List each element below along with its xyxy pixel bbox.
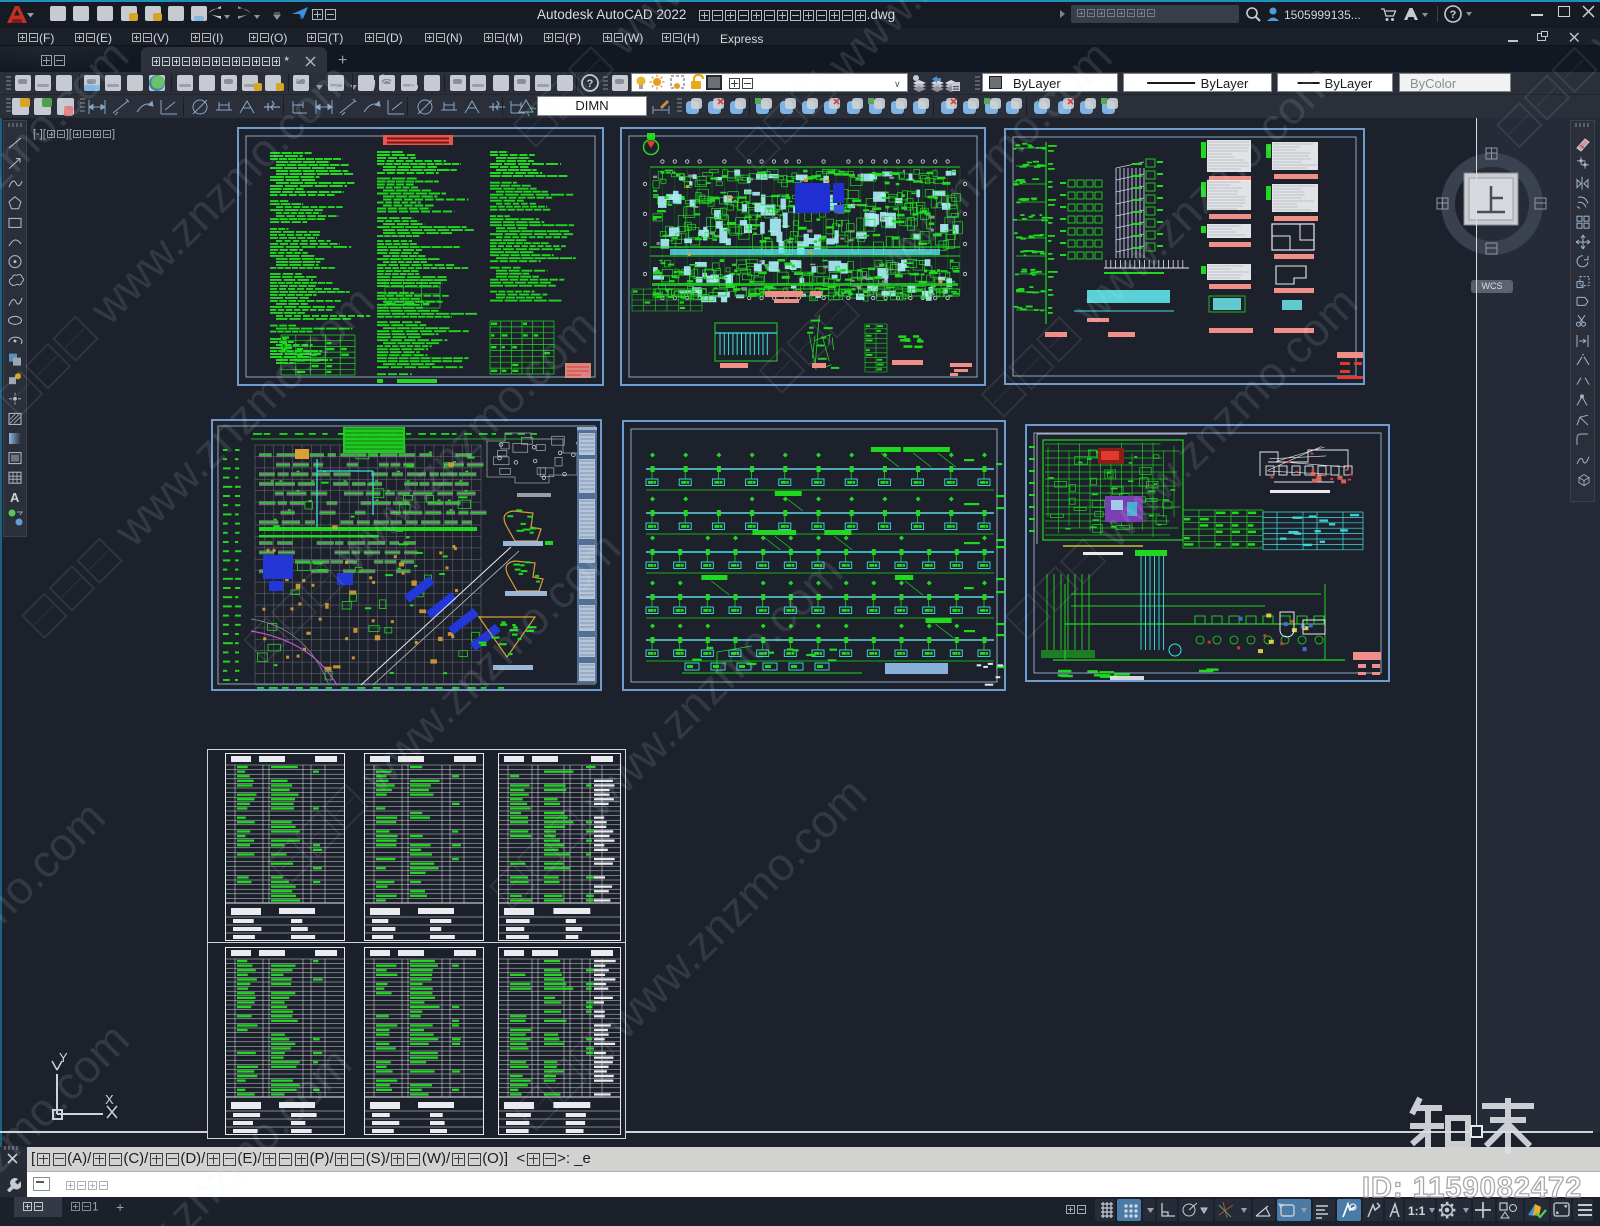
- svg-text:Y: Y: [59, 1050, 68, 1065]
- svg-text:X: X: [105, 1092, 114, 1107]
- svg-text:A: A: [10, 490, 20, 505]
- svg-text:?: ?: [587, 78, 594, 90]
- svg-text:+: +: [1035, 97, 1040, 107]
- svg-text:1:1: 1:1: [1408, 1204, 1426, 1218]
- svg-text:?: ?: [1450, 9, 1457, 21]
